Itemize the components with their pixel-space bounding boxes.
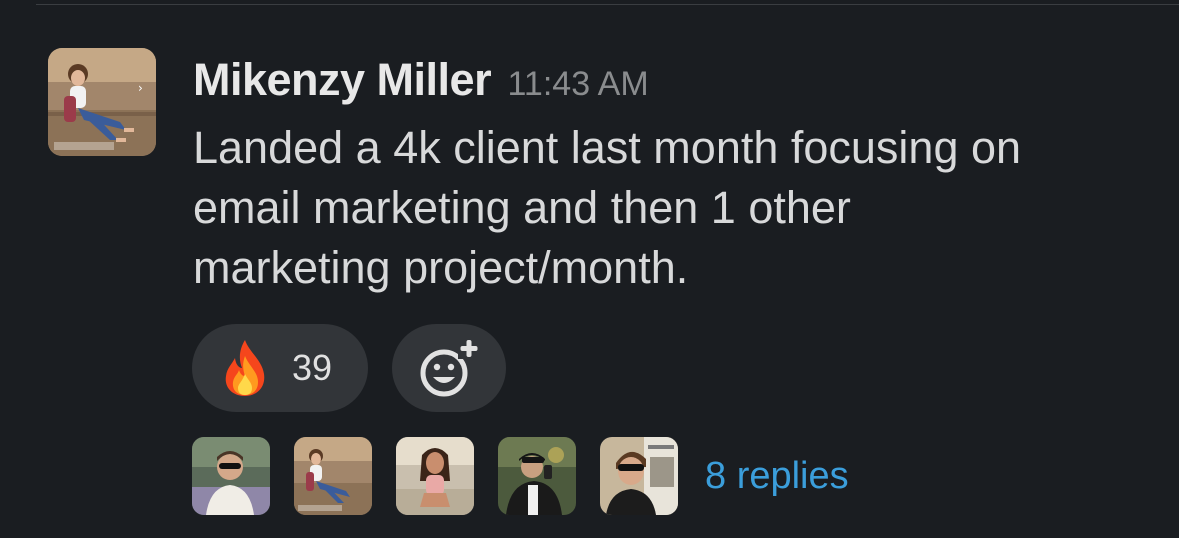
fire-emoji-icon bbox=[220, 338, 270, 398]
add-reaction-icon bbox=[418, 337, 480, 399]
reaction-count: 39 bbox=[292, 347, 333, 388]
sender-avatar[interactable]: › bbox=[48, 48, 156, 156]
message-body: Landed a 4k client last month focusing o… bbox=[193, 118, 1153, 298]
message-line: Landed a 4k client last month focusing o… bbox=[193, 122, 1022, 173]
reaction-bar: 39 bbox=[192, 324, 506, 412]
thread-participant-avatar bbox=[498, 437, 576, 515]
message-header: Mikenzy Miller 11:43 AM bbox=[193, 50, 649, 110]
message-timestamp[interactable]: 11:43 AM bbox=[508, 65, 649, 103]
add-reaction-button[interactable] bbox=[392, 324, 506, 412]
sender-name[interactable]: Mikenzy Miller bbox=[193, 54, 492, 105]
thread-summary[interactable]: 8 replies bbox=[192, 436, 849, 516]
reaction-fire-button[interactable]: 39 bbox=[192, 324, 368, 412]
svg-text:›: › bbox=[138, 81, 143, 95]
thread-replies-link[interactable]: 8 replies bbox=[705, 455, 849, 498]
thread-participant-avatar bbox=[396, 437, 474, 515]
message-line: email marketing and then 1 other bbox=[193, 182, 851, 233]
top-divider bbox=[36, 4, 1179, 5]
message-line: marketing project/month. bbox=[193, 242, 689, 293]
thread-participant-avatar bbox=[600, 437, 678, 515]
thread-participant-avatar bbox=[192, 437, 270, 515]
thread-participant-avatar bbox=[294, 437, 372, 515]
